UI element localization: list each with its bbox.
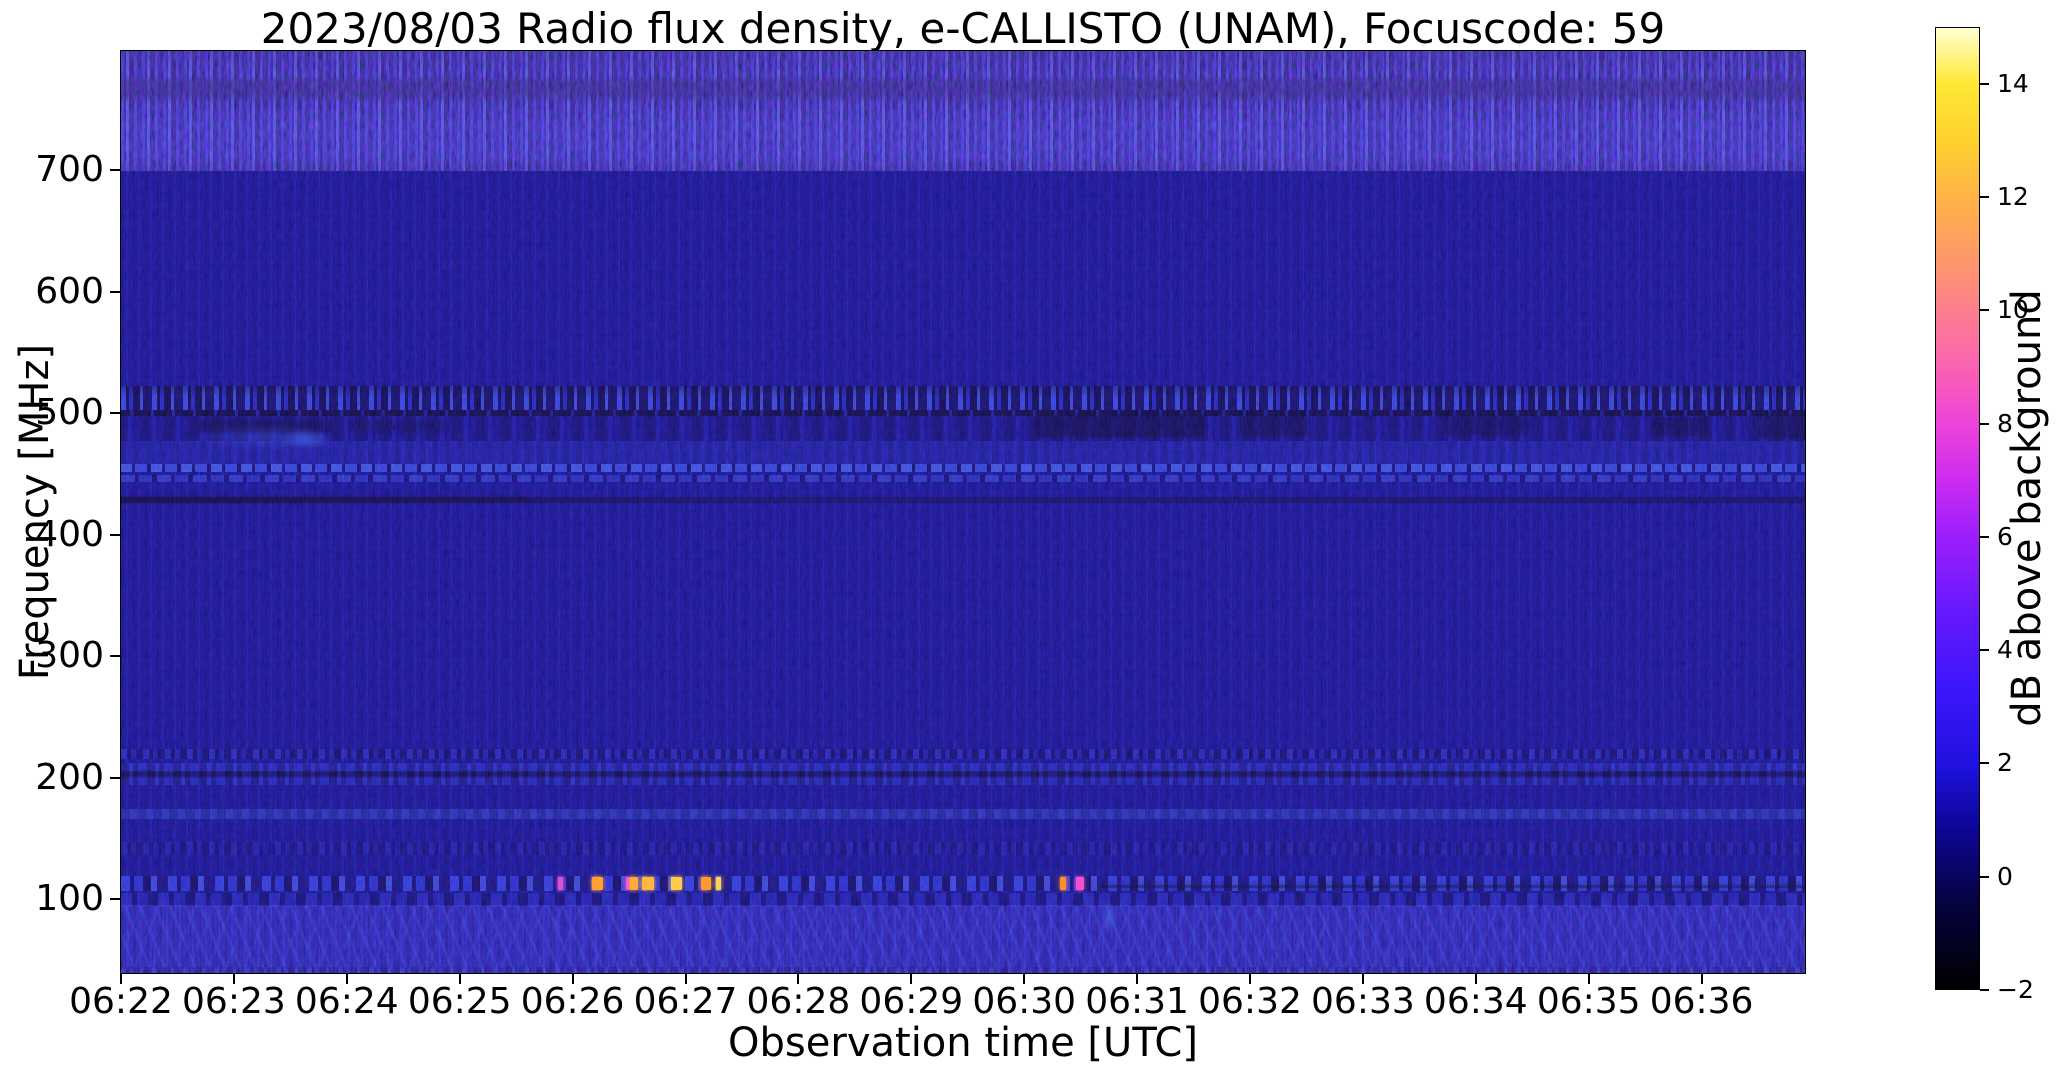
x-tick-label: 06:29 xyxy=(859,981,964,1022)
x-tick-label: 06:36 xyxy=(1649,981,1754,1022)
colorbar-tick xyxy=(1980,309,1989,312)
y-tick xyxy=(110,290,120,293)
radio-burst-marker xyxy=(701,876,711,891)
colorbar-label: dB above background xyxy=(2004,289,2050,727)
x-tick-label: 06:28 xyxy=(746,981,851,1022)
colorbar-gradient xyxy=(1936,28,1979,989)
radio-burst-marker xyxy=(1060,876,1066,891)
y-tick-label: 200 xyxy=(35,756,104,798)
x-tick-label: 06:25 xyxy=(407,981,512,1022)
colorbar-tick-label: 14 xyxy=(1997,68,2029,98)
colorbar-tick-label: 12 xyxy=(1997,181,2029,211)
plot-area xyxy=(120,50,1806,974)
colorbar-tick xyxy=(1980,762,1989,765)
colorbar-tick xyxy=(1980,989,1989,991)
x-tick-label: 06:26 xyxy=(520,981,625,1022)
y-tick-label: 300 xyxy=(35,635,104,676)
spectrogram-figure: 2023/08/03 Radio flux density, e-CALLIST… xyxy=(0,0,2066,1067)
x-tick-label: 06:33 xyxy=(1311,981,1415,1022)
x-tick-label: 06:34 xyxy=(1423,981,1528,1022)
chart-title: 2023/08/03 Radio flux density, e-CALLIST… xyxy=(260,4,1666,53)
y-tick-label: 100 xyxy=(35,878,104,919)
x-tick-label: 06:22 xyxy=(69,981,173,1022)
y-tick xyxy=(110,898,120,900)
y-tick-label: 500 xyxy=(35,392,104,433)
radio-burst-marker xyxy=(557,876,564,891)
radio-burst-marker xyxy=(1076,876,1084,891)
x-tick-label: 06:32 xyxy=(1198,981,1302,1022)
colorbar-tick xyxy=(1980,535,1989,538)
y-tick-label: 700 xyxy=(35,149,104,190)
x-tick-label: 06:30 xyxy=(972,981,1077,1022)
radio-burst-marker xyxy=(630,876,638,891)
x-tick-label: 06:23 xyxy=(182,981,286,1022)
colorbar-tick-label: −2 xyxy=(1997,975,2034,1004)
colorbar-tick xyxy=(1980,195,1989,198)
colorbar-tick xyxy=(1980,422,1989,425)
colorbar xyxy=(1935,27,1980,990)
x-tick-label: 06:27 xyxy=(633,981,738,1022)
y-tick xyxy=(110,169,120,171)
radio-burst-marker xyxy=(642,876,654,891)
y-tick xyxy=(110,776,120,779)
x-tick-label: 06:35 xyxy=(1536,981,1641,1022)
y-tick-label: 400 xyxy=(35,513,104,555)
x-tick-label: 06:31 xyxy=(1085,981,1189,1022)
y-tick xyxy=(110,412,120,414)
y-tick-label: 600 xyxy=(35,270,104,312)
x-tick-label: 06:24 xyxy=(294,981,399,1022)
radio-burst-marker xyxy=(591,876,603,891)
y-tick xyxy=(110,655,120,657)
colorbar-tick-label: 0 xyxy=(1997,861,2013,891)
radio-burst-marker xyxy=(715,876,722,891)
colorbar-tick-label: 2 xyxy=(1997,748,2013,778)
colorbar-tick xyxy=(1980,649,1989,652)
burst-markers xyxy=(121,51,1805,973)
radio-burst-marker xyxy=(670,876,682,891)
colorbar-tick xyxy=(1980,875,1989,878)
y-tick xyxy=(110,533,120,536)
x-axis-label: Observation time [UTC] xyxy=(728,1020,1198,1066)
colorbar-tick xyxy=(1980,82,1989,85)
